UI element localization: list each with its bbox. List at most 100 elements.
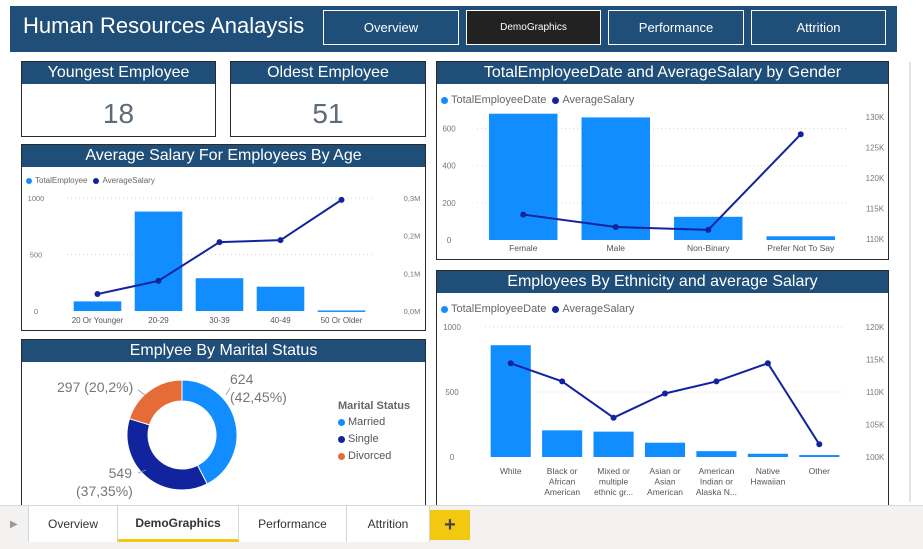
bar-black-or-african-american — [542, 430, 583, 457]
average-salary-point — [507, 360, 514, 367]
y-axis-right-tick: 125K — [866, 144, 885, 153]
nav-performance-button[interactable]: Performance — [608, 10, 744, 45]
average-salary-point — [94, 291, 101, 298]
x-axis-tick: 20 Or Younger — [72, 316, 124, 325]
single-dot — [338, 435, 345, 443]
age-chart: 1000 500 0 0,3M 0,2M 0,1M 0,0M 20 Or Younger 20-… — [28, 194, 421, 325]
average-salary-point — [797, 131, 804, 138]
oldest-employee-card: Oldest Employee 51 — [230, 61, 426, 137]
x-axis-tick: Black or African American — [544, 466, 580, 497]
x-axis-tick: Other — [809, 466, 830, 476]
donut-slice-single — [126, 418, 208, 491]
y-axis-right-tick: 110K — [866, 235, 885, 244]
x-axis-tick: Non-Binary — [687, 243, 730, 253]
average-salary-point — [662, 390, 668, 397]
bar-50-or-older — [317, 310, 366, 312]
marital-legend-title: Marital Status — [338, 400, 411, 412]
oldest-employee-label: Oldest Employee — [231, 62, 425, 84]
average-salary-point — [612, 224, 619, 230]
average-salary-line — [523, 133, 802, 231]
marital-legend: Marital Status Married Single Divorced — [338, 400, 410, 467]
legend-single: Single — [338, 433, 410, 445]
divorced-dot — [338, 452, 345, 460]
y-axis-left-tick: 600 — [442, 125, 456, 134]
donut-slice-divorced — [128, 379, 183, 426]
y-axis-right-tick: 0,2M — [404, 232, 421, 241]
y-axis-left-tick: 500 — [445, 388, 459, 397]
x-axis-tick: 40-49 — [270, 316, 291, 325]
average-salary-point — [705, 226, 712, 233]
bar-prefer-not-to-say — [766, 236, 835, 240]
y-axis-left-tick: 0 — [450, 453, 455, 462]
y-axis-right-tick: 105K — [866, 421, 885, 430]
tab-overview[interactable]: Overview — [28, 506, 118, 542]
gender-chart-panel: TotalEmployeeDate and AverageSalary by G… — [436, 61, 889, 260]
bar-40-49 — [256, 286, 305, 311]
married-data-label: 624 (42,45%) — [230, 371, 287, 405]
y-axis-left-tick: 200 — [442, 199, 456, 208]
age-chart-panel: Average Salary For Employees By Age Tota… — [21, 144, 426, 331]
nav-attrition-button[interactable]: Attrition — [751, 10, 886, 45]
oldest-employee-value: 51 — [312, 98, 344, 129]
bar-30-39 — [195, 278, 244, 311]
y-axis-right-tick: 120K — [866, 323, 885, 332]
youngest-employee-value: 18 — [102, 98, 135, 129]
youngest-employee-label: Youngest Employee — [22, 62, 215, 84]
average-salary-point — [713, 378, 720, 385]
bar-american-indian-or-alaska-n- — [696, 451, 737, 457]
divorced-leader-line — [137, 389, 146, 396]
marital-chart-panel: Emplyee By Marital Status 624 (42,45%) 54… — [21, 339, 426, 507]
x-axis-tick: Female — [509, 243, 538, 253]
youngest-employee-card: Youngest Employee 18 — [21, 61, 216, 137]
report-page: Human Resources Analaysis Overview DemoG… — [0, 0, 923, 549]
y-axis-right-tick: 100K — [866, 453, 885, 462]
y-axis-right-tick: 130K — [866, 113, 885, 122]
x-axis-tick: Mixed or multiple ethnic gr... — [594, 466, 633, 497]
page-tab-bar: ▶ Overview DemoGraphics Performance Attr… — [0, 505, 923, 549]
average-salary-point — [816, 441, 823, 448]
vertical-scrollbar[interactable] — [905, 0, 923, 505]
ethnicity-chart-panel: Employees By Ethnicity and average Salar… — [436, 270, 889, 506]
average-salary-point — [338, 196, 345, 203]
bar-20-or-younger — [73, 301, 122, 311]
y-axis-right-tick: 0,1M — [404, 269, 421, 278]
y-axis-left-tick: 1000 — [443, 323, 461, 332]
page-title: Human Resources Analaysis — [23, 13, 305, 38]
y-axis-left-tick: 0 — [34, 307, 38, 316]
header-bar: Human Resources Analaysis Overview DemoG… — [10, 6, 897, 52]
bar-female — [489, 113, 558, 240]
average-salary-point — [610, 414, 617, 421]
x-axis-tick: Native Hawaiian — [750, 466, 785, 487]
x-axis-tick: 20-29 — [148, 316, 169, 325]
x-axis-tick: 50 Or Older — [321, 316, 363, 325]
y-axis-right-tick: 0,0M — [404, 307, 421, 316]
tab-scroll-left-icon[interactable]: ▶ — [10, 519, 18, 530]
x-axis-tick: Male — [607, 243, 626, 253]
average-salary-point — [277, 237, 284, 244]
tab-attrition[interactable]: Attrition — [347, 506, 430, 542]
average-salary-point — [559, 378, 566, 385]
tab-performance[interactable]: Performance — [239, 506, 347, 542]
x-axis-tick: White — [500, 466, 522, 476]
divorced-data-label: 297 (20,2%) — [57, 379, 134, 395]
bar-mixed-or-multiple-ethnic-gr- — [593, 431, 634, 457]
x-axis-tick: Asian or Asian American — [647, 466, 683, 497]
married-dot — [338, 418, 345, 426]
legend-divorced: Divorced — [338, 450, 410, 462]
nav-demographics-button[interactable]: DemoGraphics — [466, 10, 601, 45]
y-axis-left-tick: 500 — [30, 251, 43, 260]
add-page-icon[interactable]: + — [430, 510, 470, 540]
nav-overview-button[interactable]: Overview — [323, 10, 459, 45]
y-axis-right-tick: 115K — [866, 205, 885, 214]
y-axis-left-tick: 1000 — [28, 194, 45, 203]
single-data-label: 549 (37,35%) — [76, 465, 133, 499]
average-salary-point — [520, 211, 527, 218]
y-axis-right-tick: 0,3M — [404, 194, 421, 203]
tab-demographics[interactable]: DemoGraphics — [118, 506, 239, 542]
bar-male — [581, 117, 650, 240]
x-axis-tick: 30-39 — [209, 316, 230, 325]
y-axis-left-tick: 400 — [442, 162, 456, 171]
legend-married: Married — [338, 416, 410, 428]
y-axis-right-tick: 110K — [866, 388, 885, 397]
bar-other — [799, 455, 840, 457]
